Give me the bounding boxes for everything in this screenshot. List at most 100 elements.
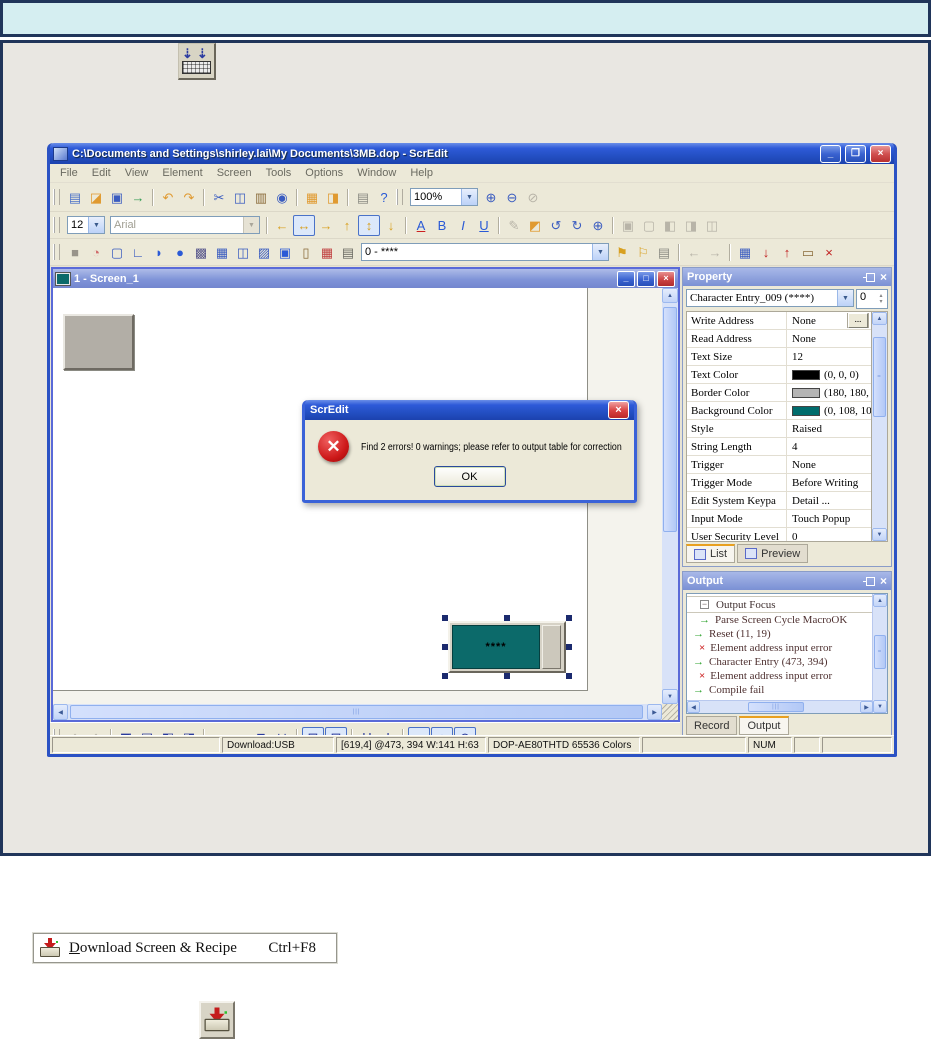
- output-item[interactable]: →Compile fail: [687, 683, 873, 697]
- bring-forward-button[interactable]: ◧: [158, 728, 178, 736]
- canvas-horizontal-scrollbar[interactable]: ◀ ||| ▶: [53, 704, 662, 720]
- zoom-out-button[interactable]: ⊖: [502, 188, 522, 207]
- same-width-button[interactable]: H: [357, 728, 377, 736]
- selection-handle[interactable]: [566, 673, 572, 679]
- meter-element-button[interactable]: ◔: [86, 243, 106, 262]
- minimize-button[interactable]: _: [820, 145, 841, 163]
- align-bottom-edges-button[interactable]: ⊔: [272, 728, 292, 736]
- about-button[interactable]: ?: [374, 188, 394, 207]
- collapse-icon[interactable]: −: [700, 600, 709, 609]
- ellipse-element-button[interactable]: ●: [170, 243, 190, 262]
- output-close-icon[interactable]: ×: [880, 575, 887, 587]
- property-row[interactable]: Write AddressNone...: [687, 312, 871, 330]
- toolbar-grip[interactable]: [396, 189, 403, 205]
- read-address-tool-button[interactable]: ⚐: [633, 243, 653, 262]
- element-combo[interactable]: 0 - ****▼: [361, 243, 609, 261]
- toolbar-grip[interactable]: [53, 244, 60, 260]
- dialog-close-button[interactable]: ×: [608, 401, 629, 419]
- keypad-element-button[interactable]: ▦: [317, 243, 337, 262]
- center-horizontal-button[interactable]: ⊞: [325, 727, 347, 736]
- pattern-element-button[interactable]: ▩: [191, 243, 211, 262]
- compile-button[interactable]: ▦: [735, 243, 755, 262]
- property-row[interactable]: Background Color(0, 108, 108): [687, 402, 871, 420]
- rotate-left-button[interactable]: ↺: [546, 216, 566, 235]
- align-top-edges-button[interactable]: ⊓: [251, 728, 271, 736]
- element-state-button[interactable]: ◩: [525, 216, 545, 235]
- property-grid-scrollbar[interactable]: ▲ = ▼: [871, 312, 887, 541]
- restore-button[interactable]: ❐: [845, 145, 866, 163]
- screen-manager-button[interactable]: ▦: [302, 188, 322, 207]
- bring-to-front-button[interactable]: ◩: [116, 728, 136, 736]
- send-backward-button[interactable]: ◨: [179, 728, 199, 736]
- zoom-in-button[interactable]: ⊕: [481, 188, 501, 207]
- output-item[interactable]: →Parse Screen Cycle MacroOK: [687, 613, 873, 627]
- chevron-down-icon[interactable]: ▼: [243, 217, 259, 233]
- dialog-title-bar[interactable]: ScrEdit ×: [305, 400, 634, 420]
- scroll-left-icon[interactable]: ◀: [687, 701, 700, 713]
- menu-options[interactable]: Options: [298, 166, 350, 180]
- toolbar-grip[interactable]: [53, 189, 60, 205]
- align-left-button[interactable]: ←: [272, 216, 292, 235]
- menu-tools[interactable]: Tools: [259, 166, 299, 180]
- chevron-down-icon[interactable]: ▼: [592, 244, 608, 260]
- scroll-down-icon[interactable]: ▼: [872, 528, 887, 541]
- open-folder-button[interactable]: ◪: [86, 188, 106, 207]
- close-button[interactable]: ×: [870, 145, 891, 163]
- property-row[interactable]: Edit System KeypaDetail ...: [687, 492, 871, 510]
- scroll-up-icon[interactable]: ▲: [873, 594, 887, 607]
- underline-button[interactable]: U: [474, 216, 494, 235]
- selection-handle[interactable]: [504, 673, 510, 679]
- property-row[interactable]: Text Color(0, 0, 0): [687, 366, 871, 384]
- keyboard-element-button[interactable]: ▤: [338, 243, 358, 262]
- spinner-arrows-icon[interactable]: ▴▾: [875, 290, 887, 308]
- pin-icon[interactable]: [866, 577, 875, 586]
- selected-element[interactable]: ****: [442, 615, 572, 679]
- element-index-spinner[interactable]: 0 ▴▾: [856, 289, 888, 309]
- scroll-right-icon[interactable]: ▶: [860, 701, 873, 713]
- scroll-left-icon[interactable]: ◀: [53, 704, 68, 720]
- send-to-back-button[interactable]: ◪: [137, 728, 157, 736]
- scroll-up-icon[interactable]: ▲: [662, 288, 678, 303]
- output-item[interactable]: →Character Entry (473, 394): [687, 655, 873, 669]
- property-row[interactable]: Text Size12: [687, 348, 871, 366]
- property-row[interactable]: Read AddressNone: [687, 330, 871, 348]
- cut-button[interactable]: ✂: [209, 188, 229, 207]
- italic-button[interactable]: I: [453, 216, 473, 235]
- element-selector-combo[interactable]: Character Entry_009 (****) ▼: [686, 289, 854, 307]
- button-element-on-canvas[interactable]: [63, 314, 134, 370]
- align-bottom-button[interactable]: ↓: [381, 216, 401, 235]
- output-item[interactable]: ×Element address input error: [687, 641, 873, 655]
- menu-help[interactable]: Help: [403, 166, 440, 180]
- screen1-minimize-button[interactable]: _: [617, 271, 635, 287]
- save-button[interactable]: ▣: [107, 188, 127, 207]
- output-group-header[interactable]: − Output Focus: [687, 596, 873, 613]
- align-right-edges-button[interactable]: ⊐: [230, 728, 250, 736]
- sector-element-button[interactable]: ◗: [149, 243, 169, 262]
- scroll-right-icon[interactable]: ▶: [647, 704, 662, 720]
- delete-compile-button[interactable]: ×: [819, 243, 839, 262]
- macro-tool-button[interactable]: ▤: [654, 243, 674, 262]
- undo-button[interactable]: ↶: [158, 188, 178, 207]
- new-file-button[interactable]: ▤: [65, 188, 85, 207]
- button-element-button[interactable]: ■: [65, 243, 85, 262]
- write-address-tool-button[interactable]: ⚑: [612, 243, 632, 262]
- screen1-title-bar[interactable]: 1 - Screen_1 _ □ ×: [53, 269, 678, 288]
- display-element-button[interactable]: ▣: [275, 243, 295, 262]
- chevron-down-icon[interactable]: ▼: [88, 217, 104, 233]
- tab-output[interactable]: Output: [739, 716, 788, 735]
- recipe-box-button[interactable]: ▭: [798, 243, 818, 262]
- output-horizontal-scrollbar[interactable]: ◀ ||| ▶: [687, 700, 873, 713]
- align-left-edges-button[interactable]: ⊏: [209, 728, 229, 736]
- toolbar-grip[interactable]: [53, 217, 60, 233]
- scroll-down-icon[interactable]: ▼: [873, 700, 887, 713]
- download-screen-button[interactable]: ↓: [756, 243, 776, 262]
- export-button[interactable]: →: [128, 188, 148, 207]
- fit-both-button[interactable]: ⊕: [454, 727, 476, 736]
- align-top-button[interactable]: ↑: [337, 216, 357, 235]
- text-color-button[interactable]: A: [411, 216, 431, 235]
- character-entry-element[interactable]: ****: [448, 621, 566, 673]
- paste-button[interactable]: ▥: [251, 188, 271, 207]
- menu-screen[interactable]: Screen: [210, 166, 259, 180]
- pin-icon[interactable]: [866, 273, 875, 282]
- upload-screen-button[interactable]: ↑: [777, 243, 797, 262]
